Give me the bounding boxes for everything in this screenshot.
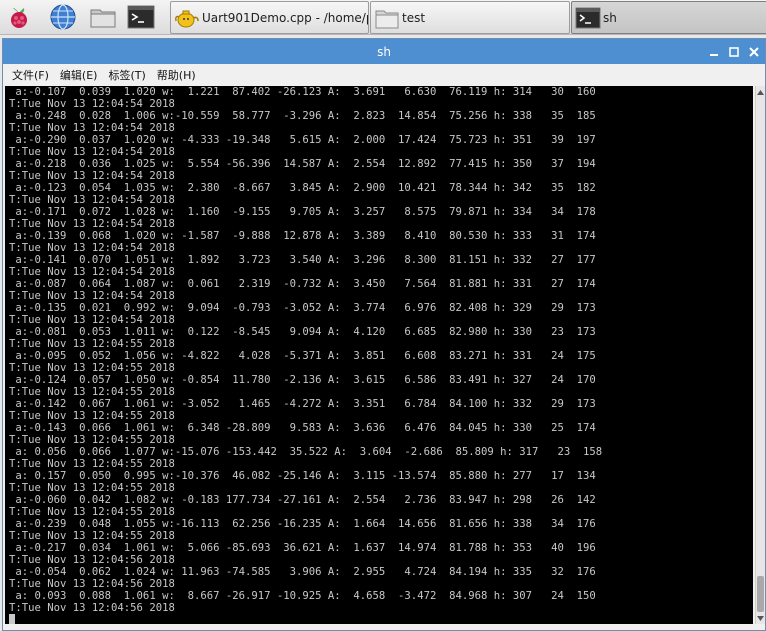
terminal-line: a:-0.143 0.066 1.061 w: 6.348 -28.809 9.… bbox=[9, 422, 596, 434]
minimize-icon[interactable] bbox=[707, 45, 721, 59]
terminal-line: a: 0.157 0.050 0.995 w:-10.376 46.082 -2… bbox=[9, 470, 596, 482]
maximize-icon[interactable] bbox=[727, 45, 741, 59]
terminal-line: T:Tue Nov 13 12:04:55 2018 bbox=[9, 410, 175, 422]
terminal-cursor bbox=[9, 614, 15, 624]
terminal-line: T:Tue Nov 13 12:04:54 2018 bbox=[9, 290, 175, 302]
terminal-line: T:Tue Nov 13 12:04:55 2018 bbox=[9, 506, 175, 518]
menu-file[interactable]: 文件(F) bbox=[9, 67, 57, 83]
terminal-line: a:-0.141 0.070 1.051 w: 1.892 3.723 3.54… bbox=[9, 254, 596, 266]
window-controls bbox=[707, 39, 761, 64]
taskbar-item-editor[interactable]: Uart901Demo.cpp - /home/pi/D... bbox=[170, 1, 369, 34]
taskbar-item-label: Uart901Demo.cpp - /home/pi/D... bbox=[202, 10, 368, 25]
window-titlebar[interactable]: sh bbox=[3, 39, 765, 64]
menubar: 文件(F) 编辑(E) 标签(T) 帮助(H) bbox=[3, 64, 765, 86]
terminal-line: T:Tue Nov 13 12:04:56 2018 bbox=[9, 578, 175, 590]
terminal-line: a:-0.239 0.048 1.055 w:-16.113 62.256 -1… bbox=[9, 518, 596, 530]
terminal-line: T:Tue Nov 13 12:04:54 2018 bbox=[9, 314, 175, 326]
web-browser-icon[interactable] bbox=[48, 2, 78, 32]
terminal-line: T:Tue Nov 13 12:04:56 2018 bbox=[9, 602, 175, 614]
terminal-line: T:Tue Nov 13 12:04:56 2018 bbox=[9, 554, 175, 566]
taskbar-item-folder[interactable]: test bbox=[370, 1, 570, 34]
terminal-output[interactable]: a:-0.107 0.039 1.020 w: 1.221 87.402 -26… bbox=[5, 86, 753, 624]
close-icon[interactable] bbox=[747, 45, 761, 59]
terminal-line: a: 0.093 0.088 1.061 w: 8.667 -26.917 -1… bbox=[9, 590, 596, 602]
terminal-line: T:Tue Nov 13 12:04:54 2018 bbox=[9, 98, 175, 110]
terminal-line: T:Tue Nov 13 12:04:55 2018 bbox=[9, 386, 175, 398]
taskbar: Uart901Demo.cpp - /home/pi/D... test sh bbox=[0, 0, 766, 35]
terminal-line: T:Tue Nov 13 12:04:54 2018 bbox=[9, 242, 175, 254]
menu-edit[interactable]: 编辑(E) bbox=[57, 67, 106, 83]
terminal-line: a: 0.056 0.066 1.077 w:-15.076 -153.442 … bbox=[9, 446, 603, 458]
terminal-line: a:-0.135 0.021 0.992 w: 9.094 -0.793 -3.… bbox=[9, 302, 596, 314]
taskbar-item-label: sh bbox=[603, 10, 617, 25]
terminal-text: a:-0.107 0.039 1.020 w: 1.221 87.402 -26… bbox=[5, 86, 753, 624]
terminal-line: a:-0.248 0.028 1.006 w:-10.559 58.777 -3… bbox=[9, 110, 596, 122]
terminal-launcher-icon[interactable] bbox=[126, 2, 156, 32]
terminal-line: T:Tue Nov 13 12:04:55 2018 bbox=[9, 434, 175, 446]
terminal-line: T:Tue Nov 13 12:04:54 2018 bbox=[9, 218, 175, 230]
file-manager-icon[interactable] bbox=[88, 2, 118, 32]
scroll-down-icon[interactable] bbox=[756, 613, 765, 623]
terminal-line: T:Tue Nov 13 12:04:55 2018 bbox=[9, 338, 175, 350]
menu-help[interactable]: 帮助(H) bbox=[154, 67, 204, 83]
taskbar-item-label: test bbox=[402, 10, 426, 25]
terminal-line: a:-0.081 0.053 1.011 w: 0.122 -8.545 9.0… bbox=[9, 326, 596, 338]
menu-tabs[interactable]: 标签(T) bbox=[105, 67, 153, 83]
terminal-line: T:Tue Nov 13 12:04:54 2018 bbox=[9, 266, 175, 278]
teapot-editor-icon bbox=[174, 5, 200, 31]
terminal-line: a:-0.060 0.042 1.082 w: -0.183 177.734 -… bbox=[9, 494, 596, 506]
terminal-line: a:-0.171 0.072 1.028 w: 1.160 -9.155 9.7… bbox=[9, 206, 596, 218]
terminal-line: a:-0.290 0.037 1.020 w: -4.333 -19.348 5… bbox=[9, 134, 596, 146]
terminal-line: T:Tue Nov 13 12:04:54 2018 bbox=[9, 170, 175, 182]
scroll-up-icon[interactable] bbox=[756, 87, 765, 97]
terminal-line: T:Tue Nov 13 12:04:55 2018 bbox=[9, 530, 175, 542]
raspberry-menu-icon[interactable] bbox=[4, 2, 34, 32]
terminal-line: a:-0.123 0.054 1.035 w: 2.380 -8.667 3.8… bbox=[9, 182, 596, 194]
terminal-line: T:Tue Nov 13 12:04:55 2018 bbox=[9, 482, 175, 494]
terminal-line: a:-0.218 0.036 1.025 w: 5.554 -56.396 14… bbox=[9, 158, 596, 170]
terminal-line: T:Tue Nov 13 12:04:54 2018 bbox=[9, 194, 175, 206]
terminal-line: a:-0.054 0.062 1.024 w: 11.963 -74.585 3… bbox=[9, 566, 596, 578]
scrollbar-thumb[interactable] bbox=[757, 576, 764, 612]
taskbar-item-sh[interactable]: sh bbox=[571, 1, 766, 34]
window-title: sh bbox=[377, 44, 391, 59]
terminal-line: a:-0.139 0.068 1.020 w: -1.587 -9.888 12… bbox=[9, 230, 596, 242]
terminal-line: T:Tue Nov 13 12:04:55 2018 bbox=[9, 362, 175, 374]
terminal-line: a:-0.095 0.052 1.056 w: -4.822 4.028 -5.… bbox=[9, 350, 596, 362]
terminal-line: a:-0.142 0.067 1.061 w: -3.052 1.465 -4.… bbox=[9, 398, 596, 410]
vertical-scrollbar[interactable] bbox=[755, 86, 765, 624]
terminal-line: a:-0.107 0.039 1.020 w: 1.221 87.402 -26… bbox=[9, 86, 596, 98]
terminal-icon bbox=[575, 5, 601, 31]
terminal-cursor-line bbox=[9, 614, 753, 624]
terminal-line: a:-0.087 0.064 1.087 w: 0.061 2.319 -0.7… bbox=[9, 278, 596, 290]
terminal-line: T:Tue Nov 13 12:04:54 2018 bbox=[9, 146, 175, 158]
terminal-line: T:Tue Nov 13 12:04:55 2018 bbox=[9, 458, 175, 470]
terminal-line: T:Tue Nov 13 12:04:54 2018 bbox=[9, 122, 175, 134]
folder-icon bbox=[374, 5, 400, 31]
terminal-line: a:-0.124 0.057 1.050 w: -0.854 11.780 -2… bbox=[9, 374, 596, 386]
terminal-window: sh 文件(F) 编辑(E) 标签(T) 帮助(H) a:-0.107 0.03… bbox=[2, 38, 766, 631]
terminal-line: a:-0.217 0.034 1.061 w: 5.066 -85.693 36… bbox=[9, 542, 596, 554]
